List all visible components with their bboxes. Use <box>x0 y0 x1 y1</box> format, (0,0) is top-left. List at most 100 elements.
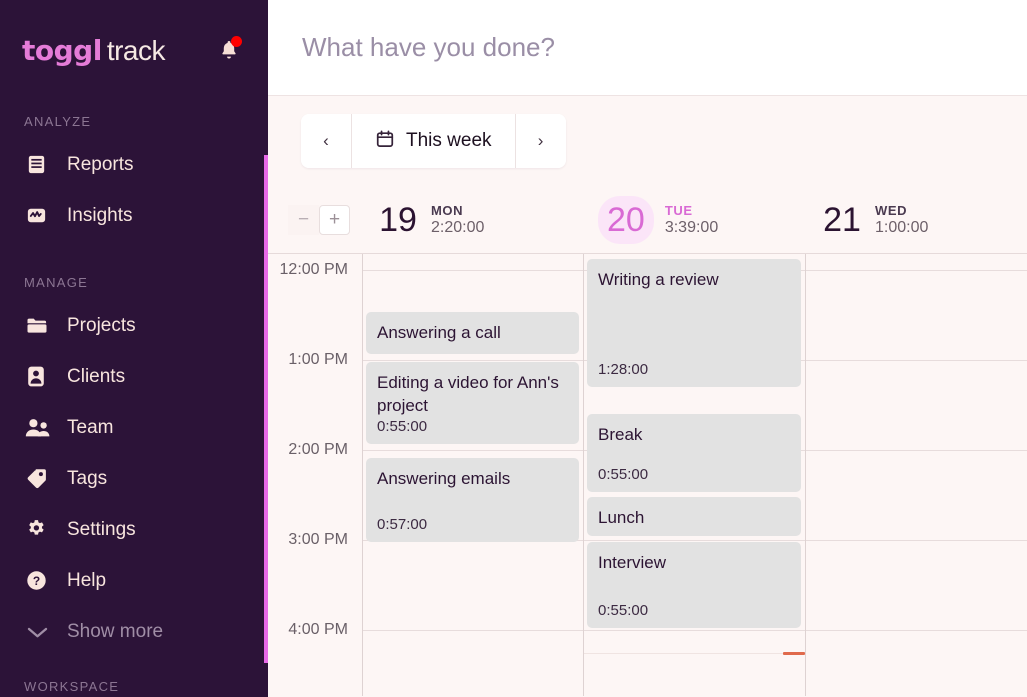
report-icon <box>25 153 56 177</box>
logo-track-text: track <box>106 34 166 66</box>
day-meta-wed: WED 1:00:00 <box>875 203 928 237</box>
sidebar-item-team-label: Team <box>67 416 114 438</box>
help-icon: ? <box>25 569 56 593</box>
event-title: Writing a review <box>598 270 719 289</box>
svg-text:?: ? <box>33 574 40 588</box>
app-root: toggl track ANALYZE Reports Insights MAN… <box>0 0 1027 697</box>
logo-toggl-text: toggl <box>22 33 102 67</box>
chevron-down-icon <box>25 620 56 644</box>
previous-week-button[interactable]: ‹ <box>301 114 351 168</box>
sidebar-item-show-more-label: Show more <box>67 620 164 642</box>
sidebar-item-insights[interactable]: Insights <box>0 190 268 241</box>
day-duration-wed: 1:00:00 <box>875 218 929 236</box>
zoom-in-button[interactable]: + <box>319 204 350 235</box>
day-duration-tue: 3:39:00 <box>664 218 719 236</box>
sidebar-item-settings[interactable]: Settings <box>0 504 268 555</box>
event-block[interactable]: Answering a call <box>366 312 579 354</box>
sidebar-item-settings-label: Settings <box>67 518 136 540</box>
sidebar-item-help[interactable]: ? Help <box>0 555 268 606</box>
event-title: Editing a video for Ann's project <box>377 373 559 416</box>
date-range-selector[interactable]: This week <box>351 114 516 168</box>
time-label: 4:00 PM <box>288 621 348 638</box>
event-title: Break <box>598 425 643 444</box>
toggl-track-logo[interactable]: toggl track <box>22 33 166 67</box>
event-title: Interview <box>598 553 667 572</box>
time-label: 2:00 PM <box>288 441 348 458</box>
day-column-mon[interactable]: Answering a call Editing a video for Ann… <box>363 254 583 696</box>
sidebar-item-clients[interactable]: Clients <box>0 351 268 402</box>
tag-icon <box>25 467 56 491</box>
top-bar: What have you done? <box>268 0 1027 96</box>
zoom-controls: − + <box>268 204 362 235</box>
sidebar-item-tags-label: Tags <box>67 467 108 489</box>
day-header-mon[interactable]: 19 MON 2:20:00 <box>362 186 584 254</box>
event-block[interactable]: Lunch <box>587 497 801 536</box>
day-header-tue[interactable]: 20 TUE 3:39:00 <box>584 186 806 254</box>
event-title: Lunch <box>598 508 645 527</box>
next-week-button[interactable]: › <box>515 114 566 168</box>
sidebar-item-show-more[interactable]: Show more <box>0 606 268 657</box>
event-duration: 1:28:00 <box>598 361 649 378</box>
event-duration: 0:55:00 <box>598 602 649 619</box>
sidebar-item-reports[interactable]: Reports <box>0 139 268 190</box>
client-icon <box>25 365 56 389</box>
sidebar-active-accent-bar <box>264 155 268 663</box>
date-range-picker: ‹ This week › <box>301 114 566 168</box>
current-time-marker <box>783 652 805 655</box>
time-axis-column: 12:00 PM 1:00 PM 2:00 PM 3:00 PM 4:00 PM <box>268 254 362 696</box>
current-time-indicator <box>584 652 805 655</box>
sidebar-item-tags[interactable]: Tags <box>0 453 268 504</box>
date-range-label: This week <box>406 130 492 151</box>
gear-icon <box>25 518 56 542</box>
time-label: 3:00 PM <box>288 531 348 548</box>
event-title: Answering a call <box>377 323 501 342</box>
event-duration: 0:57:00 <box>377 516 428 533</box>
sidebar-item-clients-label: Clients <box>67 365 126 387</box>
sidebar-item-projects-label: Projects <box>67 314 136 336</box>
sidebar-section-workspace-label: WORKSPACE <box>24 679 120 694</box>
folder-icon <box>25 314 56 338</box>
sidebar-section-manage-label: MANAGE <box>24 275 89 290</box>
day-number-mon: 19 <box>379 200 417 239</box>
time-label: 1:00 PM <box>288 351 348 368</box>
day-name-mon: MON <box>431 202 464 218</box>
event-duration: 0:55:00 <box>377 418 428 435</box>
calendar-grid-body: Answering a call Editing a video for Ann… <box>362 254 1027 696</box>
calendar-grid[interactable]: 12:00 PM 1:00 PM 2:00 PM 3:00 PM 4:00 PM <box>268 254 1027 696</box>
sidebar-brand-row: toggl track <box>0 0 268 100</box>
time-entry-prompt[interactable]: What have you done? <box>302 32 555 63</box>
team-icon <box>25 416 56 440</box>
day-duration-mon: 2:20:00 <box>431 218 485 236</box>
date-navigation-row: ‹ This week › <box>268 96 1027 186</box>
event-block[interactable]: Break 0:55:00 <box>587 414 801 492</box>
notifications-button[interactable] <box>212 33 246 67</box>
notification-badge-dot <box>231 36 242 47</box>
day-meta-tue: TUE 3:39:00 <box>665 203 718 237</box>
day-column-tue[interactable]: Writing a review 1:28:00 Break 0:55:00 L… <box>584 254 805 696</box>
insights-icon <box>25 204 56 228</box>
day-number-wed: 21 <box>823 200 861 239</box>
sidebar-item-insights-label: Insights <box>67 204 133 226</box>
sidebar-item-projects[interactable]: Projects <box>0 300 268 351</box>
event-block[interactable]: Editing a video for Ann's project 0:55:0… <box>366 362 579 444</box>
day-column-wed[interactable] <box>806 254 1027 696</box>
main-content: What have you done? ‹ This week › − + 19… <box>268 0 1027 697</box>
day-number-tue: 20 <box>598 195 654 244</box>
sidebar: toggl track ANALYZE Reports Insights MAN… <box>0 0 268 697</box>
event-block[interactable]: Interview 0:55:00 <box>587 542 801 628</box>
event-duration: 0:55:00 <box>598 466 649 483</box>
event-block[interactable]: Answering emails 0:57:00 <box>366 458 579 542</box>
event-block[interactable]: Writing a review 1:28:00 <box>587 259 801 387</box>
week-header: − + 19 MON 2:20:00 20 TUE 3:39:00 21 WED… <box>268 186 1027 254</box>
calendar-icon <box>375 129 395 154</box>
day-name-tue: TUE <box>664 202 693 218</box>
sidebar-item-team[interactable]: Team <box>0 402 268 453</box>
day-meta-mon: MON 2:20:00 <box>431 203 484 237</box>
sidebar-item-help-label: Help <box>67 569 107 591</box>
day-header-wed[interactable]: 21 WED 1:00:00 <box>806 186 1027 254</box>
sidebar-section-analyze-label: ANALYZE <box>24 114 92 129</box>
zoom-out-button[interactable]: − <box>288 204 319 235</box>
day-name-wed: WED <box>875 202 908 218</box>
sidebar-item-reports-label: Reports <box>67 153 134 175</box>
time-label: 12:00 PM <box>279 261 348 278</box>
